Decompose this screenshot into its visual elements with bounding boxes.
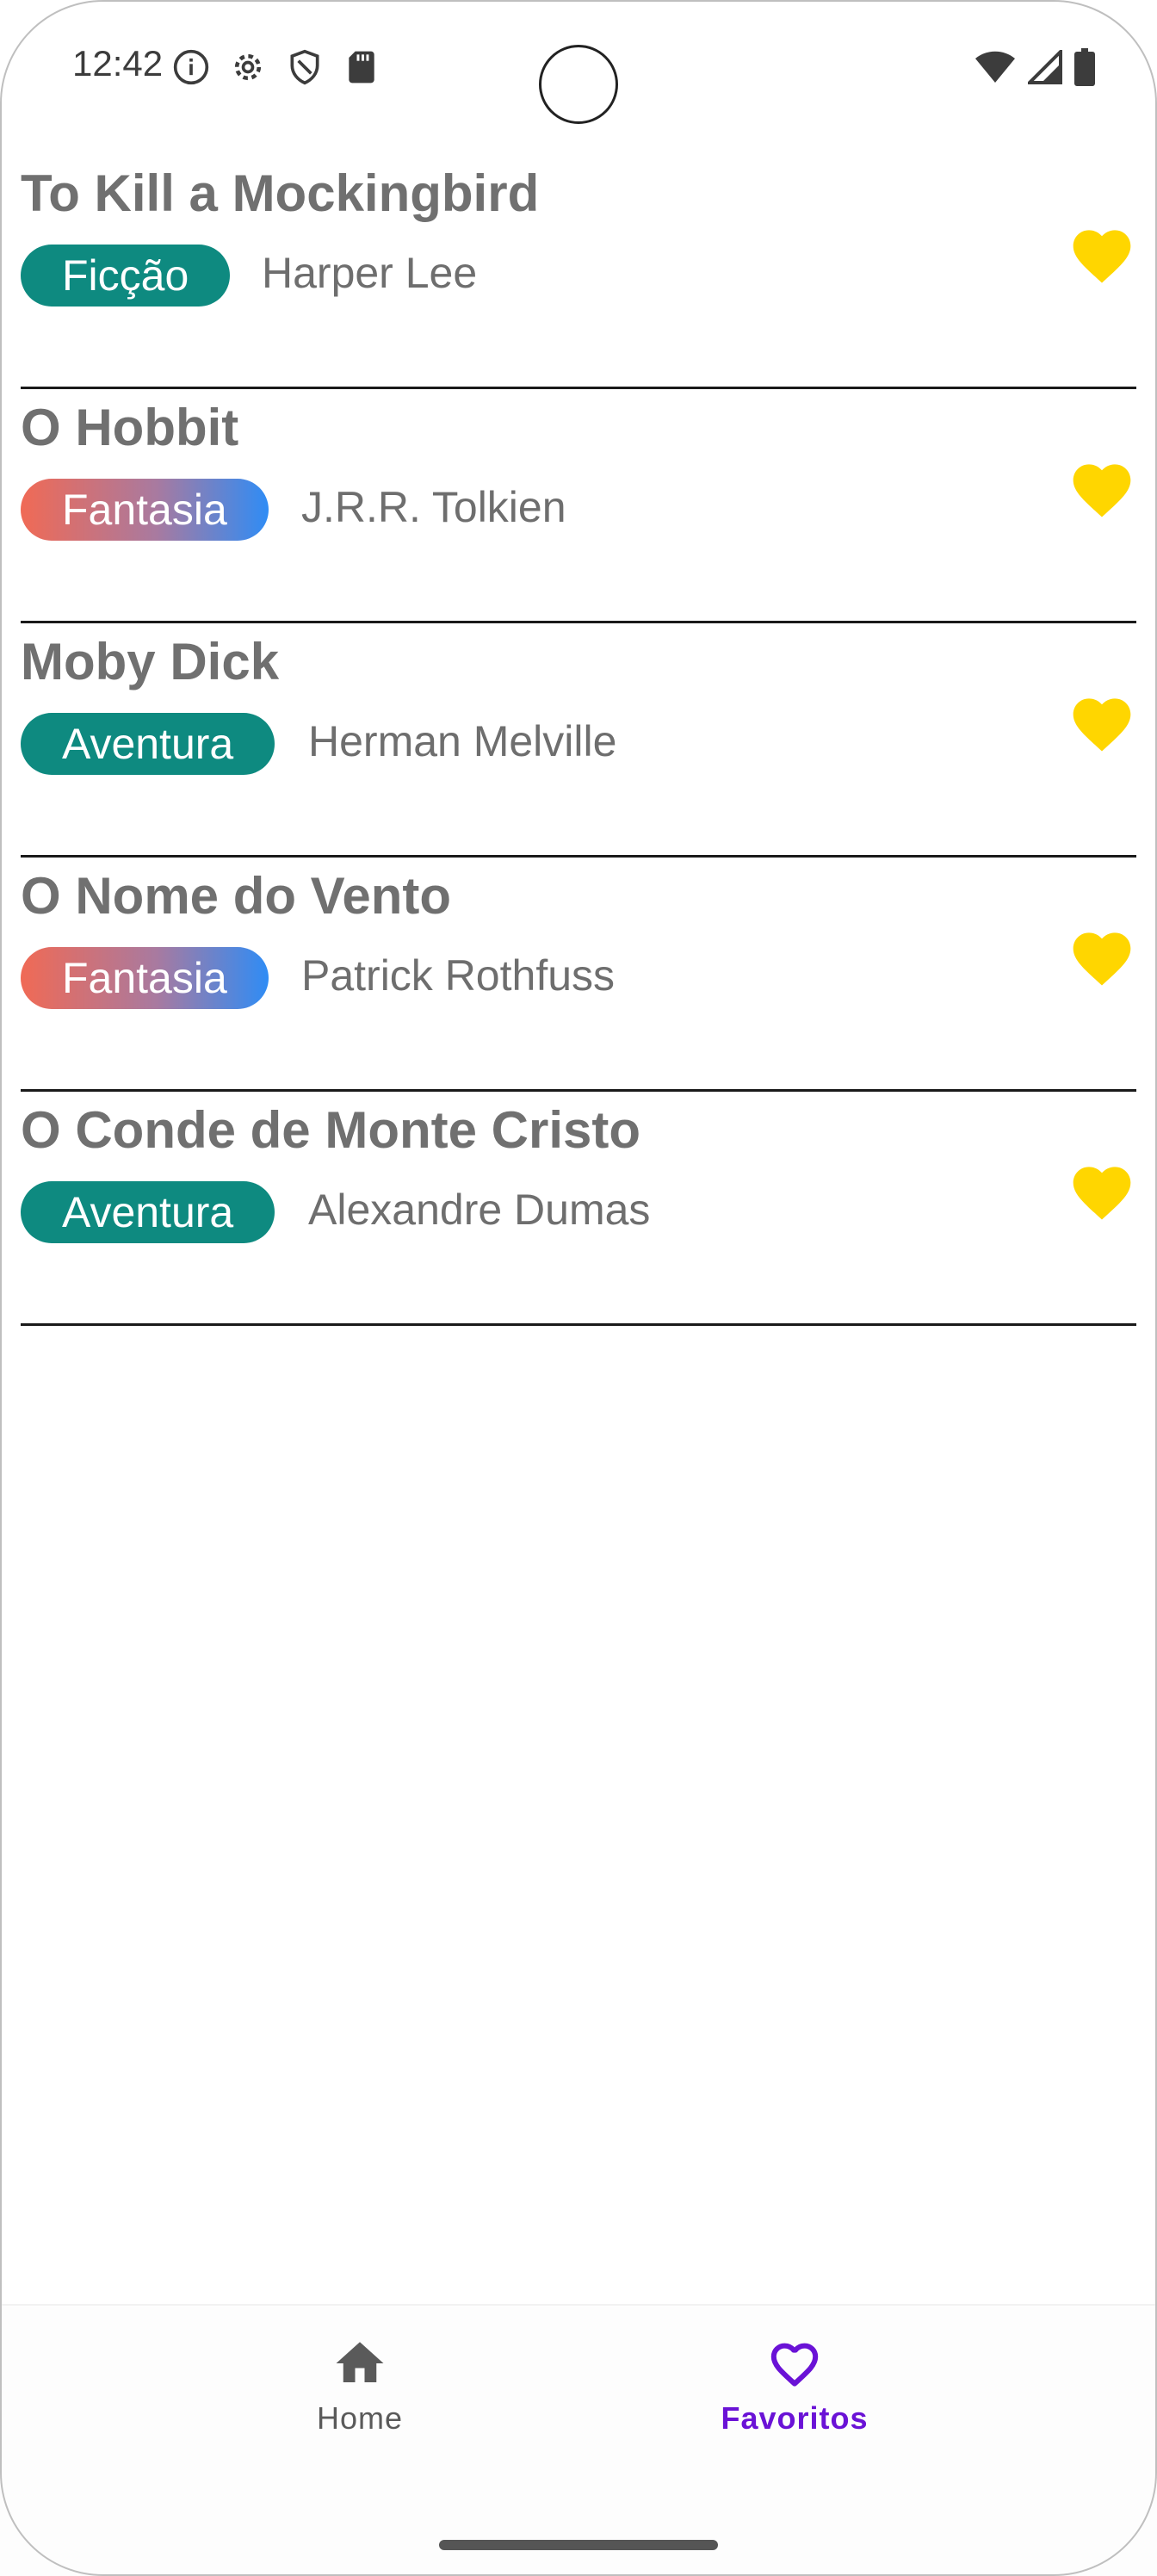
heart-outline-icon — [770, 2343, 819, 2387]
status-icons-right — [974, 48, 1095, 86]
list-item[interactable]: O Hobbit Fantasia J.R.R. Tolkien — [21, 389, 1136, 623]
genre-chip: Fantasia — [21, 947, 269, 1009]
book-author: J.R.R. Tolkien — [301, 483, 566, 531]
gesture-home-indicator[interactable] — [439, 2540, 718, 2550]
favorite-toggle[interactable] — [1067, 1157, 1136, 1223]
genre-chip: Aventura — [21, 1181, 275, 1243]
info-icon — [172, 48, 210, 86]
book-author: Herman Melville — [308, 717, 617, 765]
favorites-list: To Kill a Mockingbird Ficção Harper Lee … — [21, 155, 1136, 1326]
status-bar: 12:42 — [0, 0, 1157, 138]
book-author: Alexandre Dumas — [308, 1186, 651, 1234]
cell-signal-icon — [1028, 50, 1062, 84]
book-author: Harper Lee — [262, 249, 478, 297]
favorite-toggle[interactable] — [1067, 689, 1136, 754]
list-item[interactable]: O Conde de Monte Cristo Aventura Alexand… — [21, 1092, 1136, 1326]
bottom-navigation: Home Favoritos — [0, 2304, 1157, 2576]
camera-cutout — [539, 45, 618, 124]
heart-filled-icon — [1073, 1167, 1131, 1220]
book-title: O Conde de Monte Cristo — [21, 1101, 640, 1159]
genre-chip: Fantasia — [21, 479, 269, 541]
wifi-icon — [974, 50, 1016, 84]
nav-home-tab[interactable]: Home — [231, 2335, 489, 2437]
list-item[interactable]: Moby Dick Aventura Herman Melville — [21, 623, 1136, 858]
settings-icon — [229, 48, 267, 86]
heart-filled-icon — [1073, 698, 1131, 752]
list-item[interactable]: To Kill a Mockingbird Ficção Harper Lee — [21, 155, 1136, 389]
heart-filled-icon — [1073, 464, 1131, 517]
favorite-toggle[interactable] — [1067, 923, 1136, 988]
status-icons-left — [172, 48, 381, 86]
book-title: O Nome do Vento — [21, 867, 452, 925]
genre-chip: Aventura — [21, 713, 275, 775]
book-title: O Hobbit — [21, 399, 239, 456]
favorite-toggle[interactable] — [1067, 455, 1136, 520]
book-title: Moby Dick — [21, 633, 280, 690]
nav-favorites-label: Favoritos — [721, 2400, 869, 2436]
book-title: To Kill a Mockingbird — [21, 164, 540, 222]
book-author: Patrick Rothfuss — [301, 951, 616, 1000]
favorite-toggle[interactable] — [1067, 220, 1136, 286]
list-item[interactable]: O Nome do Vento Fantasia Patrick Rothfus… — [21, 858, 1136, 1092]
home-icon — [336, 2342, 384, 2382]
genre-chip: Ficção — [21, 245, 231, 307]
nav-home-label: Home — [316, 2400, 404, 2436]
battery-icon — [1074, 48, 1095, 86]
shield-icon — [286, 48, 324, 86]
heart-filled-icon — [1073, 230, 1131, 283]
status-time: 12:42 — [72, 43, 164, 84]
heart-filled-icon — [1073, 932, 1131, 986]
favorites-screen: 12:42 To Kill a Mockingbird Ficção Harpe… — [0, 0, 1157, 2576]
nav-favorites-tab[interactable]: Favoritos — [665, 2335, 924, 2437]
sd-card-icon — [343, 48, 381, 86]
